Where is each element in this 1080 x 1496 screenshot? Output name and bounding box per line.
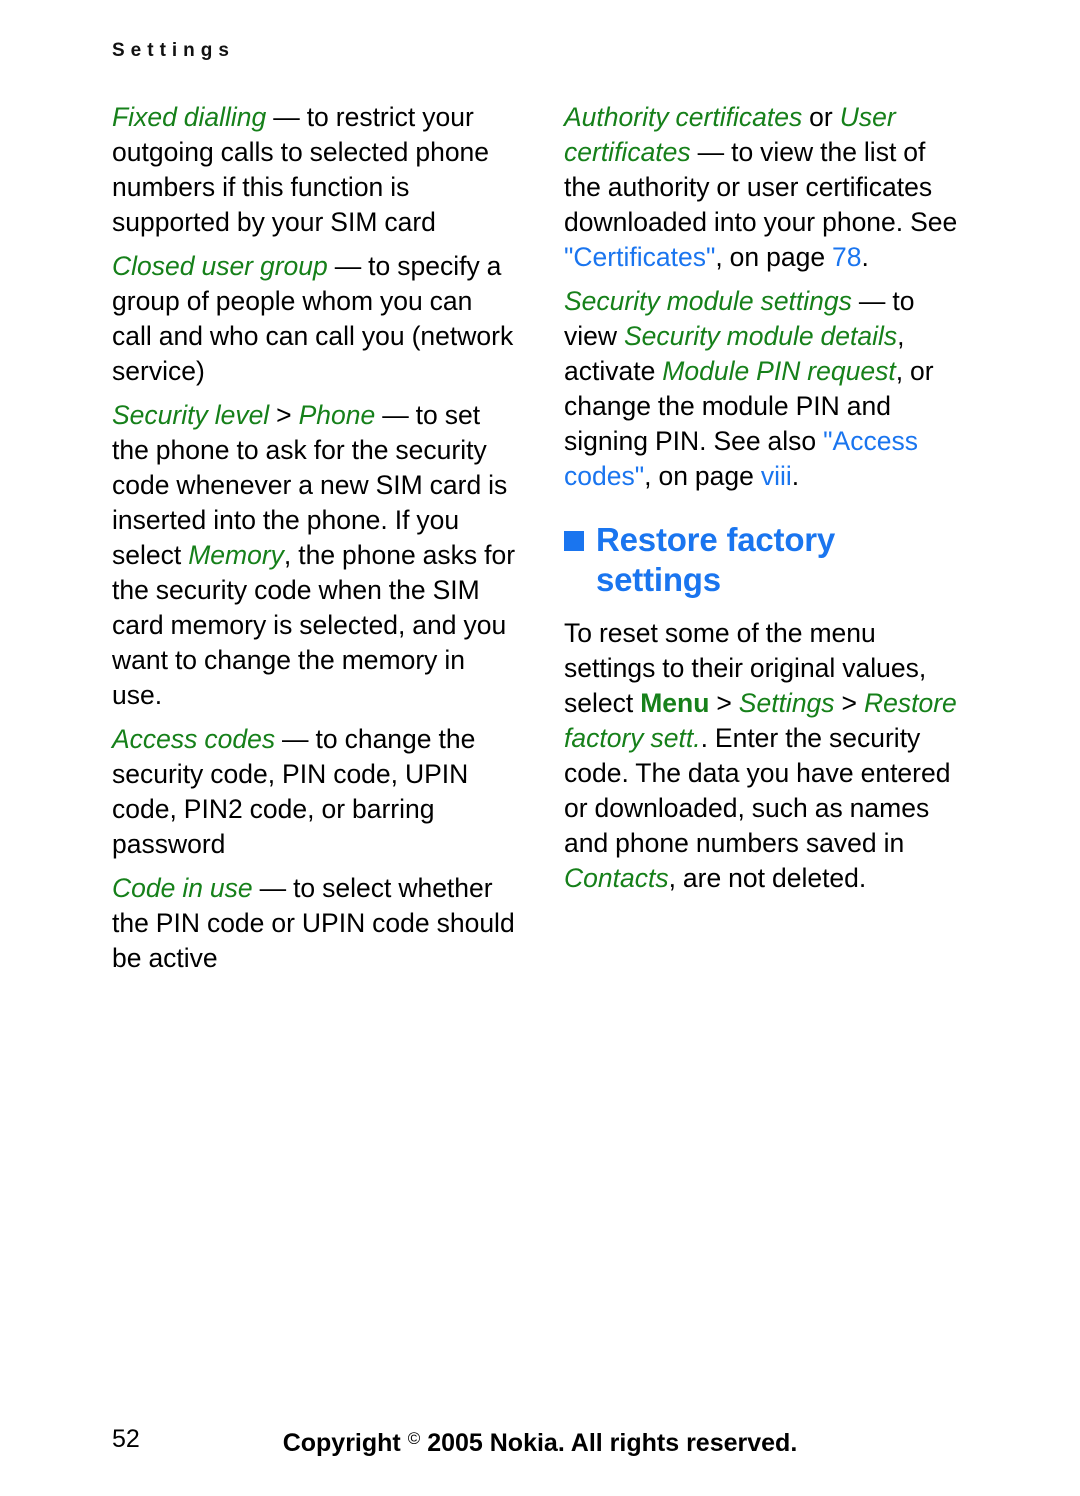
square-bullet-icon xyxy=(564,531,584,551)
section-heading-label: Restore factory settings xyxy=(596,521,836,598)
ui-term: Code in use xyxy=(112,873,253,903)
paragraph-security-module-settings: Security module settings — to view Secur… xyxy=(564,284,968,494)
paragraph-access-codes: Access codes — to change the security co… xyxy=(112,722,516,862)
section-heading: Restore factory settings xyxy=(564,520,968,600)
ui-term: Security module settings xyxy=(564,286,852,316)
ui-term: Security level xyxy=(112,400,270,430)
paragraph-fixed-dialling: Fixed dialling — to restrict your outgoi… xyxy=(112,100,516,240)
body-text: or xyxy=(802,102,840,132)
copyright-symbol: © xyxy=(407,1429,421,1448)
right-text-column: Authority certificates or User certifica… xyxy=(564,100,968,896)
ui-term: Fixed dialling xyxy=(112,102,267,132)
cross-reference-link[interactable]: 78 xyxy=(832,242,861,272)
running-header: Settings xyxy=(112,40,235,61)
page-columns: Fixed dialling — to restrict your outgoi… xyxy=(112,100,968,976)
cross-reference-link[interactable]: viii xyxy=(761,461,792,491)
ui-term: Phone xyxy=(298,400,376,430)
body-text: > xyxy=(834,688,864,718)
body-text: > xyxy=(269,400,299,430)
ui-term: Memory xyxy=(188,540,284,570)
body-text: , on page xyxy=(644,461,761,491)
paragraph-code-in-use: Code in use — to select whether the PIN … xyxy=(112,871,516,976)
ui-term: Module PIN request xyxy=(662,356,896,386)
ui-term: Contacts xyxy=(564,863,669,893)
body-text: . xyxy=(861,242,869,272)
copyright-prefix: Copyright xyxy=(282,1429,401,1457)
copyright-suffix: 2005 Nokia. All rights reserved. xyxy=(427,1429,798,1457)
paragraph-closed-user-group: Closed user group — to specify a group o… xyxy=(112,249,516,389)
body-text: > xyxy=(709,688,739,718)
body-text: , on page xyxy=(715,242,833,272)
ui-term: Authority certificates xyxy=(564,102,803,132)
paragraph-restore-factory-body: To reset some of the menu settings to th… xyxy=(564,616,968,896)
copyright-notice: Copyright © 2005 Nokia. All rights reser… xyxy=(112,1424,968,1458)
ui-term: Access codes xyxy=(112,724,276,754)
manual-page: Settings Fixed dialling — to restrict yo… xyxy=(0,0,1080,1496)
cross-reference-link[interactable]: "Certificates" xyxy=(564,242,715,272)
paragraph-security-level: Security level > Phone — to set the phon… xyxy=(112,398,516,713)
ui-term: Settings xyxy=(738,688,835,718)
ui-term: Security module details xyxy=(623,321,898,351)
paragraph-certificates: Authority certificates or User certifica… xyxy=(564,100,968,275)
body-text: , are not deleted. xyxy=(668,863,867,893)
page-footer: 52 Copyright © 2005 Nokia. All rights re… xyxy=(112,1424,968,1457)
ui-term: Closed user group xyxy=(112,251,328,281)
body-text: . xyxy=(791,461,800,491)
ui-term: Menu xyxy=(640,688,710,718)
left-text-column: Fixed dialling — to restrict your outgoi… xyxy=(112,100,516,976)
